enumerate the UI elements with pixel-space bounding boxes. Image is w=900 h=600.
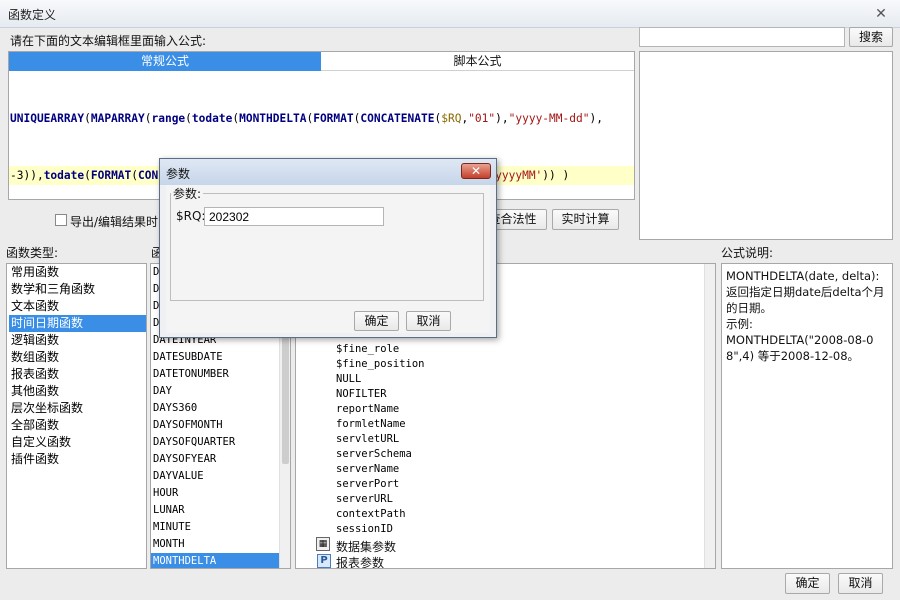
formula-token: FORMAT	[313, 112, 354, 125]
formula-token: UNIQUEARRAY	[10, 112, 85, 125]
dataset-param-icon: ▦	[316, 537, 330, 551]
category-item[interactable]: 文本函数	[9, 298, 146, 315]
formula-token: CONCATENATE	[360, 112, 435, 125]
export-checkbox[interactable]	[55, 214, 67, 226]
formula-token: )) )	[542, 169, 570, 182]
description-panel: MONTHDELTA(date, delta):返回指定日期date后delta…	[721, 263, 893, 569]
param-tree-item[interactable]: NOFILTER	[336, 387, 425, 402]
window-close-icon[interactable]: ✕	[870, 6, 892, 22]
function-item[interactable]: LUNAR	[151, 502, 281, 519]
formula-token: $RQ	[441, 112, 462, 125]
param-group-label: 参数:	[173, 187, 202, 201]
category-item[interactable]: 报表函数	[9, 366, 146, 383]
category-item[interactable]: 常用函数	[9, 264, 146, 281]
param-tree-item[interactable]: serverName	[336, 462, 425, 477]
param-tree-item[interactable]: $fine_position	[336, 357, 425, 372]
param-tree-item[interactable]: serverPort	[336, 477, 425, 492]
formula-token: (	[185, 112, 192, 125]
param-tree-item[interactable]: serverSchema	[336, 447, 425, 462]
formula-token: -3)),	[10, 169, 44, 182]
window-title: 函数定义	[8, 8, 57, 22]
category-item[interactable]: 插件函数	[9, 451, 146, 468]
description-text: MONTHDELTA(date, delta):返回指定日期date后delta…	[726, 269, 885, 315]
category-item[interactable]: 时间日期函数	[9, 315, 146, 332]
function-item[interactable]: MONTHDELTA	[151, 553, 281, 568]
category-item[interactable]: 逻辑函数	[9, 332, 146, 349]
tab-script-formula[interactable]: 脚本公式	[321, 52, 634, 71]
formula-token: ),	[589, 112, 603, 125]
window-title-bar: 函数定义 ✕	[0, 0, 900, 28]
function-item[interactable]: DAYS360	[151, 400, 281, 417]
search-input[interactable]	[639, 27, 845, 47]
dialog-title-bar: 参数 ✕	[160, 159, 496, 185]
dialog-body: 参数: $RQ: 确定 取消	[166, 185, 490, 333]
function-item[interactable]: DATESUBDATE	[151, 349, 281, 366]
report-param-group[interactable]: 报表参数	[336, 554, 384, 568]
param-tree-item[interactable]: NULL	[336, 372, 425, 387]
formula-token: (	[84, 169, 91, 182]
report-param-icon: P	[317, 554, 331, 568]
function-item[interactable]: DAYVALUE	[151, 468, 281, 485]
param-tree-item[interactable]: contextPath	[336, 507, 425, 522]
param-rq-label: $RQ:	[176, 209, 206, 223]
dialog-ok-button[interactable]: 确定	[354, 311, 399, 331]
parameter-dialog: 参数 ✕ 参数: $RQ: 确定 取消	[159, 158, 497, 338]
formula-token: MONTHDELTA	[239, 112, 307, 125]
search-results-panel[interactable]	[639, 51, 893, 240]
function-item[interactable]: DATETONUMBER	[151, 366, 281, 383]
description-header: 公式说明:	[721, 246, 774, 260]
dialog-cancel-button[interactable]: 取消	[406, 311, 451, 331]
description-example-label: 示例:	[726, 317, 753, 331]
search-button[interactable]: 搜索	[849, 27, 893, 47]
category-item[interactable]: 全部函数	[9, 417, 146, 434]
category-item[interactable]: 其他函数	[9, 383, 146, 400]
function-item[interactable]: DAYSOFYEAR	[151, 451, 281, 468]
category-item[interactable]: 数组函数	[9, 349, 146, 366]
formula-prompt-label: 请在下面的文本编辑框里面输入公式:	[10, 34, 207, 48]
dialog-close-icon[interactable]: ✕	[461, 163, 491, 179]
function-item[interactable]: MONTH	[151, 536, 281, 553]
category-item[interactable]: 自定义函数	[9, 434, 146, 451]
realtime-calc-button[interactable]: 实时计算	[552, 209, 619, 230]
param-tree-item[interactable]: formletName	[336, 417, 425, 432]
params-tree-scrollbar[interactable]	[704, 264, 715, 568]
category-item[interactable]: 数学和三角函数	[9, 281, 146, 298]
cancel-button[interactable]: 取消	[838, 573, 883, 594]
param-tree-item[interactable]: $fine_role	[336, 342, 425, 357]
function-item[interactable]: DAYSOFMONTH	[151, 417, 281, 434]
formula-token: range	[151, 112, 186, 125]
category-list[interactable]: 常用函数 数学和三角函数 文本函数 时间日期函数 逻辑函数 数组函数 报表函数 其他函数 层次坐…	[6, 263, 147, 569]
formula-line-1: UNIQUEARRAY(MAPARRAY(range(todate(MONTHD…	[9, 109, 634, 128]
formula-token: ),	[495, 112, 509, 125]
tab-regular-formula[interactable]: 常规公式	[9, 52, 321, 71]
formula-token: MAPARRAY	[90, 112, 145, 125]
param-tree-item[interactable]: servletURL	[336, 432, 425, 447]
formula-token: FORMAT	[90, 169, 132, 182]
dialog-title: 参数	[166, 167, 191, 181]
formula-token: todate	[43, 169, 85, 182]
category-header: 函数类型:	[6, 246, 59, 260]
formula-token: todate	[191, 112, 233, 125]
dataset-param-group[interactable]: 数据集参数	[336, 538, 396, 555]
param-tree-item[interactable]: sessionID	[336, 522, 425, 537]
param-tree-item[interactable]: reportName	[336, 402, 425, 417]
ok-button[interactable]: 确定	[785, 573, 830, 594]
formula-token: "yyyy-MM-dd"	[508, 112, 590, 125]
formula-token: "01"	[468, 112, 496, 125]
export-checkbox-label: 导出/编辑结果时	[70, 215, 159, 229]
formula-token: (	[84, 112, 91, 125]
param-tree-item[interactable]: serverURL	[336, 492, 425, 507]
function-item[interactable]: DAYSOFQUARTER	[151, 434, 281, 451]
param-rq-input[interactable]	[204, 207, 384, 226]
function-item[interactable]: DAY	[151, 383, 281, 400]
function-item[interactable]: HOUR	[151, 485, 281, 502]
category-item[interactable]: 层次坐标函数	[9, 400, 146, 417]
description-example: MONTHDELTA("2008-08-08",4) 等于2008-12-08。	[726, 333, 874, 363]
function-item[interactable]: MINUTE	[151, 519, 281, 536]
param-group: 参数:	[170, 185, 484, 301]
